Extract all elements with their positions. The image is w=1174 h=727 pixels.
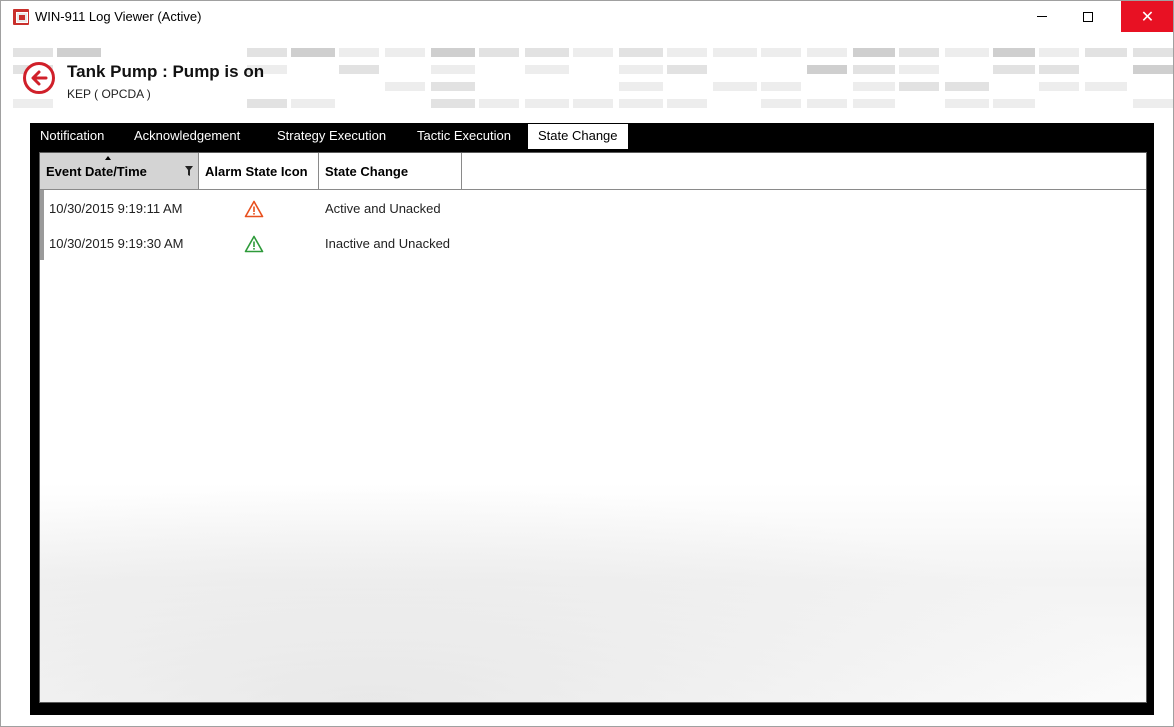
- close-icon: ✕: [1140, 8, 1155, 26]
- sort-ascending-icon: [105, 156, 111, 160]
- alarm-source: KEP ( OPCDA ): [67, 87, 151, 101]
- cell-state-change: Active and Unacked: [325, 201, 441, 216]
- cell-event-datetime: 10/30/2015 9:19:30 AM: [49, 236, 184, 251]
- close-button[interactable]: ✕: [1121, 1, 1173, 32]
- column-header-label: Event Date/Time: [46, 163, 147, 179]
- tab-tactic-execution[interactable]: Tactic Execution: [417, 123, 511, 149]
- title-bar[interactable]: WIN-911 Log Viewer (Active) ✕: [1, 1, 1173, 32]
- grid-background: [40, 482, 1146, 702]
- maximize-button[interactable]: [1065, 1, 1111, 32]
- column-header-event-datetime[interactable]: Event Date/Time: [40, 153, 199, 189]
- grid-header: Event Date/Time Alarm State Icon State C…: [40, 153, 1146, 190]
- app-icon: [13, 9, 29, 25]
- state-change-grid: Event Date/Time Alarm State Icon State C…: [39, 152, 1147, 703]
- cell-alarm-state-icon: [244, 226, 264, 261]
- window-title: WIN-911 Log Viewer (Active): [35, 9, 202, 24]
- cell-alarm-state-icon: [244, 191, 264, 226]
- tab-acknowledgement[interactable]: Acknowledgement: [134, 123, 240, 149]
- cell-state-change: Inactive and Unacked: [325, 236, 451, 251]
- cell-event-datetime: 10/30/2015 9:19:11 AM: [49, 201, 183, 216]
- tab-bar: Notification Acknowledgement Strategy Ex…: [30, 123, 1154, 149]
- maximize-icon: [1083, 11, 1093, 22]
- filter-icon[interactable]: [185, 166, 193, 176]
- tab-state-change[interactable]: State Change: [528, 124, 628, 149]
- column-header-state-change[interactable]: State Change: [319, 153, 462, 189]
- back-arrow-icon: [31, 70, 48, 86]
- warning-triangle-icon: [244, 200, 264, 217]
- alarm-header: Tank Pump : Pump is on KEP ( OPCDA ): [1, 32, 1173, 122]
- alarm-title: Tank Pump : Pump is on: [67, 62, 265, 81]
- column-header-label: Alarm State Icon: [205, 163, 308, 179]
- back-button[interactable]: [23, 62, 55, 94]
- minimize-button[interactable]: [1019, 1, 1065, 32]
- minimize-icon: [1037, 16, 1047, 17]
- warning-triangle-icon: [244, 235, 264, 252]
- tab-strategy-execution[interactable]: Strategy Execution: [277, 123, 386, 149]
- log-viewer-window: WIN-911 Log Viewer (Active) ✕ Tank Pump …: [0, 0, 1174, 727]
- column-header-alarm-state-icon[interactable]: Alarm State Icon: [199, 153, 319, 189]
- tab-notification[interactable]: Notification: [40, 123, 104, 149]
- column-header-label: State Change: [325, 163, 409, 179]
- table-row[interactable]: 10/30/2015 9:19:30 AM Inactive and Unack…: [40, 226, 640, 261]
- table-row[interactable]: 10/30/2015 9:19:11 AM Active and Unacked: [40, 191, 640, 226]
